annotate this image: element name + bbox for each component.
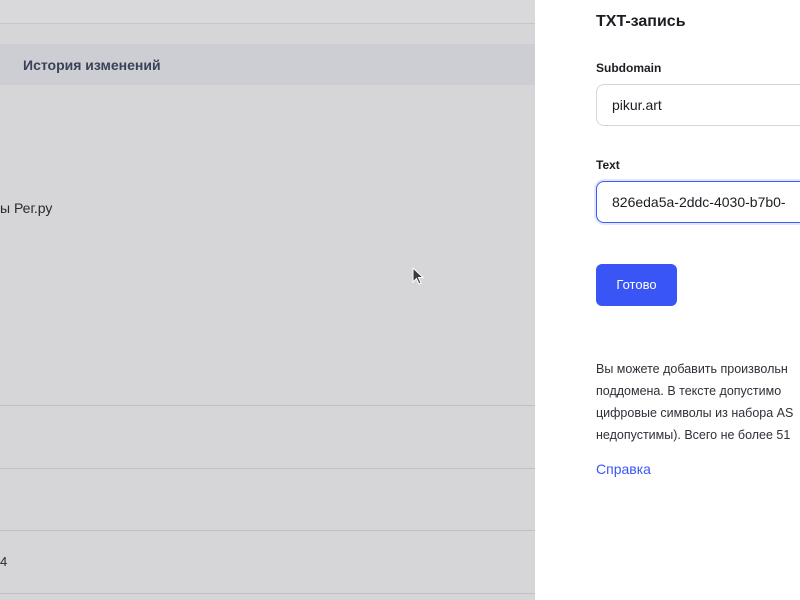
text-input[interactable]: 826eda5a-2ddc-4030-b7b0- [596,181,800,223]
help-link[interactable]: Справка [596,461,651,477]
text-label: Text [596,158,620,172]
description-text: Вы можете добавить произвольн поддомена.… [596,358,800,446]
background-tab-row: История изменений [0,44,535,85]
subdomain-input[interactable]: pikur.art [596,84,800,126]
txt-record-panel: TXT-запись Subdomain pikur.art Text 826e… [535,0,800,600]
description-line: цифровые символы из набора AS [596,406,794,420]
background-row-text: 4 [0,554,8,569]
history-tab-label[interactable]: История изменений [23,57,161,73]
background-content-text: ы Рег.ру [0,200,53,216]
description-line: недопустимы). Всего не более 51 [596,428,791,442]
background-page: История изменений ы Рег.ру 4 [0,0,535,600]
panel-title: TXT-запись [596,13,686,30]
mouse-pointer-icon [412,267,424,285]
table-row-divider [0,405,535,406]
description-line: Вы можете добавить произвольн [596,362,788,376]
subdomain-label: Subdomain [596,61,662,75]
description-line: поддомена. В тексте допустимо [596,384,782,398]
done-button[interactable]: Готово [596,264,677,306]
table-row-divider [0,593,535,594]
background-top-strip [0,0,535,24]
table-row-divider [0,530,535,531]
table-row-divider [0,468,535,469]
